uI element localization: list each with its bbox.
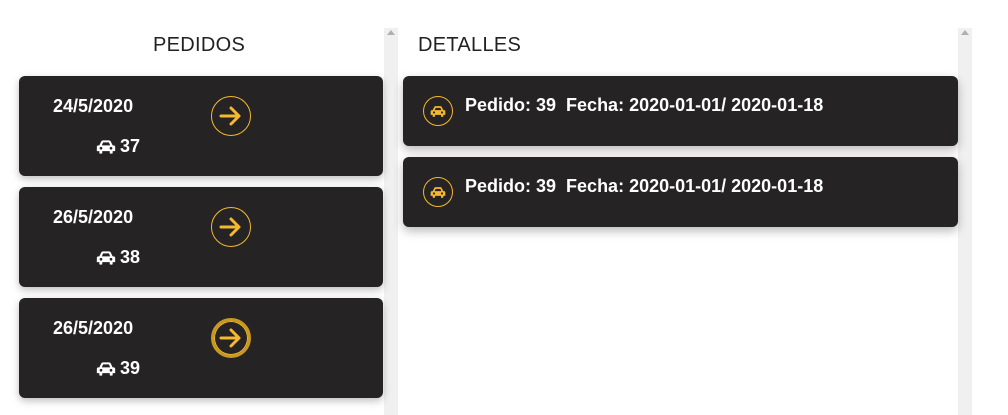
car-icon	[96, 250, 116, 265]
detail-pedido: Pedido: 39	[465, 95, 557, 115]
detail-text: Pedido: 39 Fecha: 2020-01-01/ 2020-01-18	[465, 176, 823, 197]
order-card[interactable]: 24/5/2020 37	[19, 76, 383, 176]
detail-pedido: Pedido: 39	[465, 176, 557, 196]
detalles-title: DETALLES	[418, 34, 522, 56]
open-order-button[interactable]	[211, 207, 251, 247]
open-order-button[interactable]	[211, 96, 251, 136]
detail-fecha: Fecha: 2020-01-01/ 2020-01-18	[566, 95, 824, 115]
scroll-up-arrow[interactable]	[961, 30, 969, 35]
order-number-text: 39	[120, 358, 141, 378]
car-icon	[423, 96, 453, 126]
detail-text: Pedido: 39 Fecha: 2020-01-01/ 2020-01-18	[465, 95, 823, 116]
order-number: 39	[96, 358, 140, 379]
arrow-right-icon	[219, 106, 241, 126]
detail-card[interactable]: Pedido: 39 Fecha: 2020-01-01/ 2020-01-18	[403, 76, 958, 146]
order-date: 26/5/2020	[53, 207, 134, 227]
pedidos-scrollbar[interactable]	[384, 28, 398, 415]
order-card[interactable]: 26/5/2020 38	[19, 187, 383, 287]
open-order-button[interactable]	[211, 318, 251, 358]
order-date: 24/5/2020	[53, 96, 134, 116]
detalles-scrollbar[interactable]	[958, 28, 972, 415]
scroll-up-arrow[interactable]	[387, 30, 395, 35]
detail-card[interactable]: Pedido: 39 Fecha: 2020-01-01/ 2020-01-18	[403, 157, 958, 227]
order-number-text: 37	[120, 136, 141, 156]
car-icon	[423, 177, 453, 207]
detail-fecha: Fecha: 2020-01-01/ 2020-01-18	[566, 176, 824, 196]
order-card[interactable]: 26/5/2020 39	[19, 298, 383, 398]
arrow-right-icon	[219, 328, 241, 348]
order-date: 26/5/2020	[53, 318, 134, 338]
pedidos-title: PEDIDOS	[153, 34, 246, 56]
car-icon	[96, 361, 116, 376]
order-number: 37	[96, 136, 140, 157]
arrow-right-icon	[219, 217, 241, 237]
order-number: 38	[96, 247, 140, 268]
order-number-text: 38	[120, 247, 141, 267]
car-icon	[96, 139, 116, 154]
